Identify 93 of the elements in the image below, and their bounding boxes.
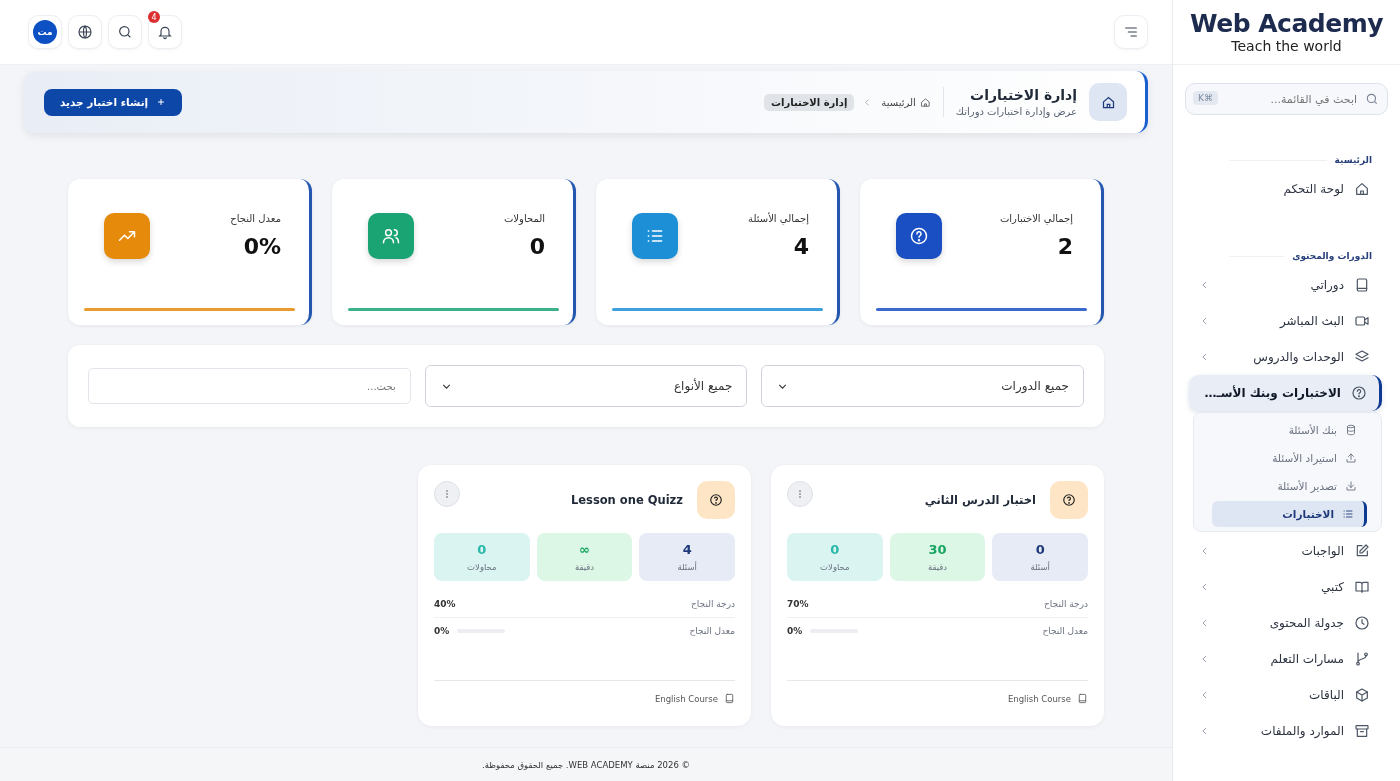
stat-label: المحاولات xyxy=(503,213,545,224)
stat-value: 0 xyxy=(830,542,840,557)
stat-label: محاولات xyxy=(467,562,497,572)
video-icon xyxy=(1354,313,1370,329)
nav-item[interactable]: الباقات xyxy=(1189,677,1382,713)
submenu-item[interactable]: تصدير الأسئلة xyxy=(1208,473,1381,499)
pass-rate-label: معدل النجاح xyxy=(689,626,735,636)
submenu-item[interactable]: استيراد الأسئلة xyxy=(1208,445,1381,471)
stat-label: أسئلة xyxy=(677,562,697,572)
stat-label: دقيقة xyxy=(574,562,595,572)
question-icon xyxy=(1351,385,1367,401)
stat-label: إجمالي الاختبارات xyxy=(999,213,1073,224)
home-icon xyxy=(1354,181,1370,197)
nav-item[interactable]: كتبي xyxy=(1189,569,1382,605)
clock-icon xyxy=(1354,615,1370,631)
stat-label: محاولات xyxy=(820,562,850,572)
stat-value: 0% xyxy=(242,234,281,259)
type-select[interactable]: جميع الأنواع xyxy=(424,365,748,407)
stat-value: ∞ xyxy=(579,542,590,557)
bell-icon xyxy=(157,24,173,40)
stat-value: 0 xyxy=(1035,542,1045,557)
copyright-text: © 2026 منصة WEB ACADEMY. جميع الحقوق محفوظة. xyxy=(482,759,690,770)
page-title: إدارة الاختبارات xyxy=(969,87,1077,103)
question-icon xyxy=(1050,481,1088,519)
book-icon xyxy=(724,693,735,704)
submenu-item[interactable]: الاختبارات xyxy=(1212,501,1367,527)
nav-item[interactable]: البث المباشر xyxy=(1189,303,1382,339)
pass-rate-value: 0% xyxy=(787,626,803,636)
stat-value: 0 xyxy=(528,234,545,259)
box-icon xyxy=(1354,687,1370,703)
page-subtitle: عرض وإدارة اختبارات دوراتك xyxy=(955,106,1077,117)
nav-item[interactable]: مسارات التعلم xyxy=(1189,641,1382,677)
submenu-item[interactable]: بنك الأسئلة xyxy=(1208,417,1381,443)
stat-label: دقيقة xyxy=(927,562,948,572)
pass-grade-label: درجة النجاح xyxy=(1044,599,1088,609)
nav-item[interactable]: الموارد والملفات xyxy=(1189,713,1382,749)
database-icon xyxy=(1345,424,1357,436)
quiz-title: اختبار الدرس الثاني xyxy=(923,493,1036,507)
logo-tagline: Teach the world xyxy=(1231,37,1342,54)
download-icon xyxy=(1345,480,1357,492)
pass-rate-label: معدل النجاح xyxy=(1042,626,1088,636)
pass-grade-value: 40% xyxy=(434,599,456,609)
course-select[interactable]: جميع الدورات xyxy=(761,365,1084,407)
shortcut-key: K⌘ xyxy=(1193,91,1218,105)
pass-grade-value: 70% xyxy=(787,599,809,609)
breadcrumb-link[interactable]: الرئيسية xyxy=(881,96,916,108)
language-button[interactable] xyxy=(68,15,102,49)
book-icon xyxy=(1354,277,1370,293)
book-icon xyxy=(1077,693,1088,704)
course-name: English Course xyxy=(1007,693,1071,704)
search-button[interactable] xyxy=(108,15,142,49)
nav-item[interactable]: جدولة المحتوى xyxy=(1189,605,1382,641)
nav-item[interactable]: الاختبارات وبنك الأسـ… xyxy=(1189,375,1382,411)
nav-item[interactable]: دوراتي xyxy=(1189,267,1382,303)
edit-icon xyxy=(1354,543,1370,559)
stat-label: أسئلة xyxy=(1030,562,1050,572)
upload-icon xyxy=(1345,452,1357,464)
create-quiz-button[interactable]: إنشاء اختبار جديد xyxy=(44,88,183,116)
section-label: الرئيسية xyxy=(1334,155,1372,165)
section-label: الدورات والمحتوى xyxy=(1292,251,1372,261)
logo-title: Web Academy xyxy=(1190,10,1383,38)
search-icon xyxy=(1365,92,1379,106)
question-icon xyxy=(697,481,735,519)
stat-value: 2 xyxy=(1056,234,1073,259)
nav-item[interactable]: لوحة التحكم xyxy=(1189,171,1382,207)
pass-grade-label: درجة النجاح xyxy=(691,599,735,609)
quiz-title: Lesson one Quizz xyxy=(569,493,683,507)
open-book-icon xyxy=(1354,579,1370,595)
stat-value: 4 xyxy=(682,542,692,557)
home-icon xyxy=(1089,83,1127,121)
nav-item[interactable]: الوحدات والدروس xyxy=(1189,339,1382,375)
course-name: English Course xyxy=(654,693,718,704)
stat-value: 0 xyxy=(477,542,487,557)
branch-icon xyxy=(1354,651,1370,667)
user-avatar[interactable]: مت xyxy=(33,20,57,44)
notification-badge: 4 xyxy=(148,11,160,23)
stat-value: 4 xyxy=(792,234,809,259)
plus-icon xyxy=(156,97,167,107)
notifications-button[interactable] xyxy=(148,15,182,49)
stat-value: 30 xyxy=(928,542,947,557)
menu-icon xyxy=(1123,24,1139,40)
home-icon xyxy=(919,96,931,108)
breadcrumb-link[interactable]: إدارة الاختبارات xyxy=(764,93,855,111)
stat-label: معدل النجاح xyxy=(230,213,281,224)
list-icon xyxy=(1342,508,1354,520)
search-icon xyxy=(117,24,133,40)
menu-button[interactable] xyxy=(1114,15,1148,49)
archive-icon xyxy=(1354,723,1370,739)
pass-rate-value: 0% xyxy=(434,626,450,636)
search-field[interactable]: بحث... xyxy=(88,368,411,404)
nav-item[interactable]: الواجبات xyxy=(1189,533,1382,569)
stat-label: إجمالي الأسئلة xyxy=(748,213,809,224)
globe-icon xyxy=(77,24,93,40)
